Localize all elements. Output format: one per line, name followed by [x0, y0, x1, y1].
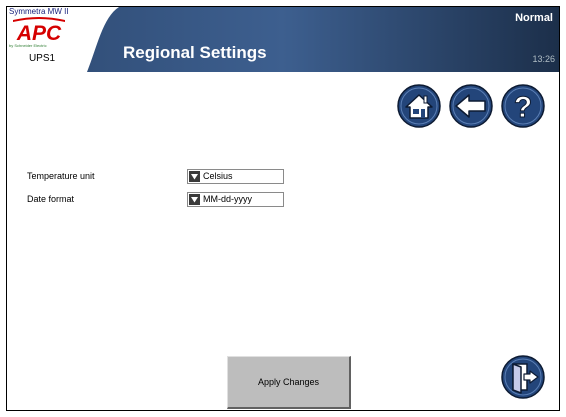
- date-format-select[interactable]: MM-dd-yyyy: [187, 192, 284, 207]
- device-name: UPS1: [28, 53, 56, 64]
- temperature-unit-select[interactable]: Celsius: [187, 169, 284, 184]
- header-background: [7, 7, 559, 72]
- apply-changes-label: Apply Changes: [257, 377, 320, 387]
- screen: Symmetra MW II APC by Schneider Electric…: [6, 6, 560, 411]
- date-format-value: MM-dd-yyyy: [203, 194, 252, 204]
- question-mark-icon: ?: [501, 84, 545, 128]
- clock: 13:26: [532, 54, 555, 64]
- home-button[interactable]: [397, 84, 441, 128]
- apc-logo: APC: [13, 17, 65, 42]
- exit-door-icon: [501, 355, 545, 399]
- apply-changes-button[interactable]: Apply Changes: [227, 356, 351, 409]
- help-button[interactable]: ?: [501, 84, 545, 128]
- product-name: Symmetra MW II: [9, 7, 69, 16]
- schneider-tagline: by Schneider Electric: [9, 43, 47, 48]
- back-button[interactable]: [449, 84, 493, 128]
- date-format-label: Date format: [27, 194, 75, 204]
- exit-button[interactable]: [501, 355, 545, 399]
- header-bar: Symmetra MW II APC by Schneider Electric…: [7, 7, 559, 72]
- temperature-unit-value: Celsius: [203, 171, 233, 181]
- temperature-unit-label: Temperature unit: [27, 171, 95, 181]
- chevron-down-icon: [189, 171, 200, 182]
- page-title: Regional Settings: [123, 43, 267, 62]
- back-arrow-icon: [449, 84, 493, 128]
- svg-text:?: ?: [514, 91, 532, 124]
- home-icon: [397, 84, 441, 128]
- chevron-down-icon: [189, 194, 200, 205]
- svg-text:APC: APC: [16, 22, 62, 42]
- status-indicator: Normal: [515, 12, 553, 24]
- logo-panel: Symmetra MW II APC by Schneider Electric…: [7, 7, 85, 72]
